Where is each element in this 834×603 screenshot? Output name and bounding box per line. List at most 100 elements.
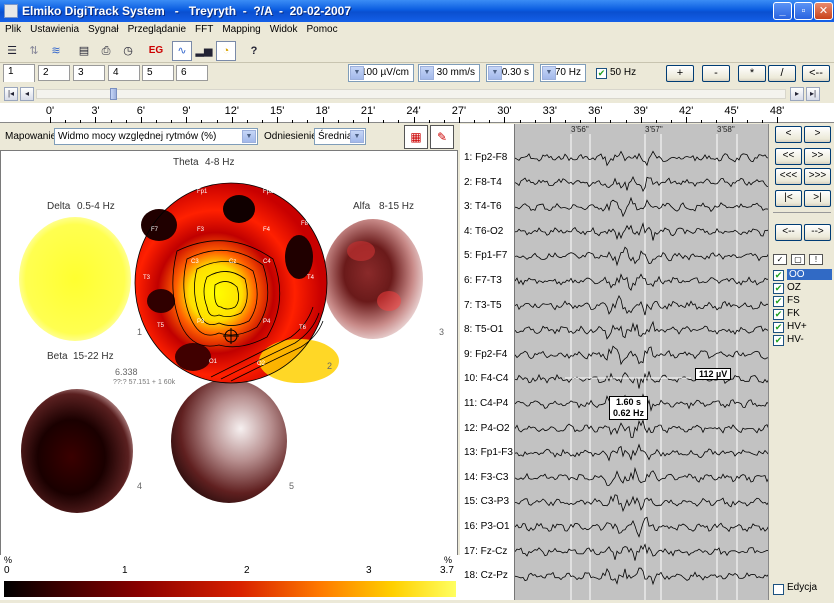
scroll-thumb[interactable] [110, 88, 117, 100]
scroll-start-button[interactable]: |◂ [4, 87, 18, 101]
ruler-label: 12' [224, 105, 239, 117]
sensitivity-select[interactable]: ▼ 100 µV/cm [348, 64, 414, 82]
theta-note: ??:? 57.151 + 1 60k [113, 379, 176, 386]
page-tab-6[interactable]: 6 [176, 65, 208, 81]
signal-icon[interactable]: ≋ [46, 41, 66, 61]
tools-icon[interactable]: ✎ [430, 125, 454, 149]
filter-select[interactable]: ▼ 70 Hz [540, 64, 586, 82]
ruler-minor-tick [716, 120, 718, 123]
shift-left-button[interactable]: <-- [775, 224, 802, 241]
page-tab-3[interactable]: 3 [73, 65, 105, 81]
menu-widok[interactable]: Widok [265, 22, 302, 35]
ruler-label: 33' [542, 105, 557, 117]
fast-forward-button[interactable]: >>> [804, 168, 831, 185]
delta-range: 0.5-4 Hz [77, 201, 115, 212]
notch-checkbox[interactable]: ✔ [596, 68, 607, 79]
marker-list-item[interactable]: ✔ OZ [773, 282, 831, 295]
multiply-button[interactable]: * [738, 65, 766, 82]
page-tab-4[interactable]: 4 [108, 65, 140, 81]
minimize-button[interactable]: _ [773, 2, 792, 20]
marker-checkbox[interactable]: ✔ [773, 270, 784, 281]
print-icon[interactable]: ⎙ [96, 41, 116, 61]
prev-page-button[interactable]: << [775, 148, 802, 165]
ruler-minor-tick [701, 120, 703, 123]
mapping-icon[interactable]: ◔ [216, 41, 236, 61]
wave-view-icon[interactable]: ∿ [172, 41, 192, 61]
page-tab-2[interactable]: 2 [38, 65, 70, 81]
marker-checkbox[interactable]: ✔ [773, 296, 784, 307]
clock-icon[interactable]: ◷ [118, 41, 138, 61]
eeg-trace [514, 419, 770, 438]
time-constant-select[interactable]: ▼ 0.30 s [486, 64, 534, 82]
scroll-track[interactable] [36, 89, 786, 99]
marker-list-item[interactable]: ✔ HV- [773, 334, 831, 347]
reference-select[interactable]: Średnia ▼ [314, 128, 366, 145]
marker-checkbox[interactable]: ✔ [773, 322, 784, 333]
maximize-button[interactable]: ▫ [794, 2, 813, 20]
marker-checkbox[interactable]: ✔ [773, 283, 784, 294]
record-scrollbar: |◂ ◂ ▸ ▸| [0, 85, 834, 103]
marker-checkbox[interactable]: ✔ [773, 335, 784, 346]
divide-button[interactable]: / [768, 65, 796, 82]
channel-label: 15: C3-P3 [464, 496, 510, 508]
help-button[interactable]: ? [244, 41, 264, 61]
marker-list-item[interactable]: ✔ HV+ [773, 321, 831, 334]
check-all-icon[interactable]: ✓ [773, 254, 787, 265]
mapping-type-select[interactable]: Widmo mocy względnej rytmów (%) ▼ [54, 128, 258, 145]
next-page-button[interactable]: >> [804, 148, 831, 165]
menu-fft[interactable]: FFT [190, 22, 217, 35]
page-tab-5[interactable]: 5 [142, 65, 174, 81]
fft-chart-icon[interactable]: ▂▅ [194, 41, 214, 61]
menu-przegladanie[interactable]: Przeglądanie [123, 22, 190, 35]
electrode-label: T3 [143, 275, 151, 281]
menu-ustawienia[interactable]: Ustawienia [25, 22, 83, 35]
marker-list-item[interactable]: ✔ FK [773, 308, 831, 321]
map-5 [171, 379, 287, 503]
palette-icon[interactable]: ▦ [404, 125, 428, 149]
app-icon [4, 4, 18, 18]
chevron-down-icon: ▼ [242, 130, 256, 143]
ruler-tick [140, 117, 142, 123]
alfa-map [323, 219, 423, 339]
scroll-end-button[interactable]: ▸| [806, 87, 820, 101]
menu-sygnal[interactable]: Sygnał [83, 22, 123, 35]
gain-minus-button[interactable]: - [702, 65, 730, 82]
menu-pomoc[interactable]: Pomoc [301, 22, 341, 35]
settings-row: 1 2 3 4 5 6 ▼ 100 µV/cm ▼ 30 mm/s ▼ 0.30 s … [0, 63, 834, 84]
marker-list-item[interactable]: ✔ FS [773, 295, 831, 308]
electrode-label: F7 [151, 227, 159, 233]
square-icon[interactable]: ▢ [791, 254, 805, 265]
eeg-trace [514, 294, 770, 316]
channel-label: 8: T5-O1 [464, 324, 504, 336]
marker-list-item[interactable]: ✔ OO [773, 269, 832, 282]
close-button[interactable]: ✕ [814, 2, 833, 20]
chevron-down-icon: ▼ [420, 66, 434, 80]
speed-select[interactable]: ▼ 30 mm/s [418, 64, 480, 82]
channels-icon[interactable]: ⇅ [24, 41, 44, 61]
eeg-trace-area[interactable]: 3'56" 3'57" 3'58" 112 µV 1.60 s 0.62 Hz [514, 124, 770, 600]
prev-button[interactable]: < [775, 126, 802, 143]
next-button[interactable]: > [804, 126, 831, 143]
gain-plus-button[interactable]: + [666, 65, 694, 82]
edit-checkbox[interactable] [773, 584, 784, 595]
go-end-button[interactable]: >| [804, 190, 831, 207]
channel-label: 13: Fp1-F3 [464, 447, 513, 459]
scroll-left-button[interactable]: ◂ [20, 87, 34, 101]
exclaim-icon[interactable]: ! [809, 254, 823, 265]
divider [773, 212, 831, 213]
menu-plik[interactable]: Plik [0, 22, 25, 35]
montage-icon[interactable]: ☰ [2, 41, 22, 61]
page-tab-1[interactable]: 1 [3, 64, 35, 82]
back-button[interactable]: <-- [802, 65, 830, 82]
eg-button[interactable]: EG [146, 41, 166, 61]
ruler-minor-tick [65, 120, 67, 123]
scroll-right-button[interactable]: ▸ [790, 87, 804, 101]
go-start-button[interactable]: |< [775, 190, 802, 207]
marker-checkbox[interactable]: ✔ [773, 309, 784, 320]
preview-icon[interactable]: ▤ [74, 41, 94, 61]
shift-right-button[interactable]: --> [804, 224, 831, 241]
fast-back-button[interactable]: <<< [775, 168, 802, 185]
electrode-label: T4 [307, 275, 315, 281]
menu-mapping[interactable]: Mapping [217, 22, 264, 35]
map-number-3: 3 [439, 327, 445, 337]
